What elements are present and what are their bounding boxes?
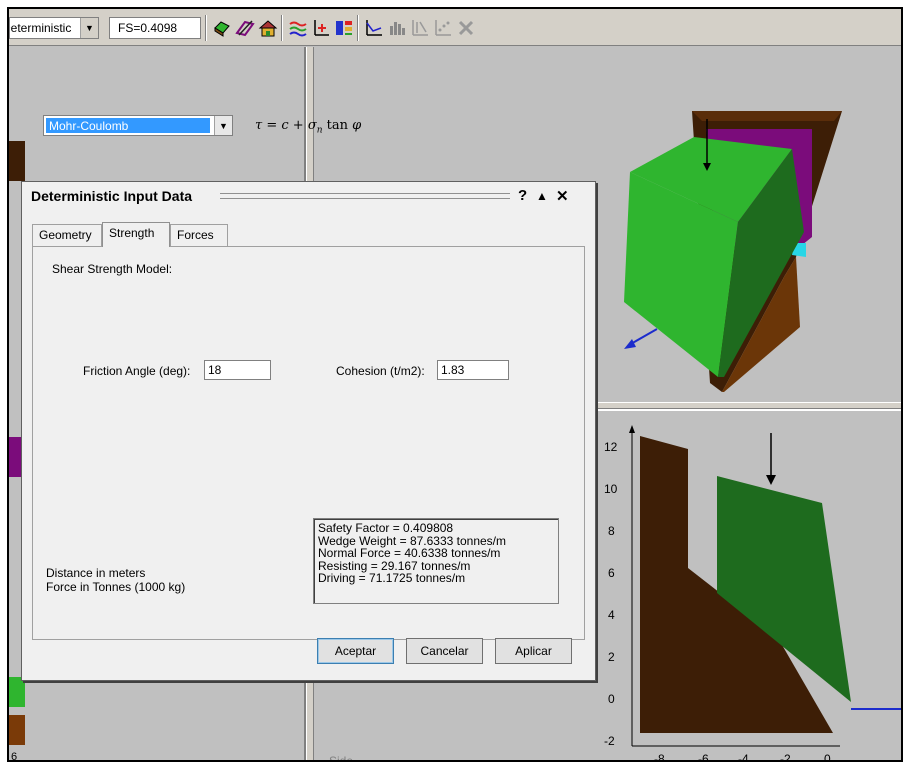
analysis-mode-value: Deterministic	[10, 21, 72, 35]
tab-geometry[interactable]: Geometry	[32, 224, 102, 246]
deterministic-input-dialog: Deterministic Input Data ? ▲ ✕ Geometry …	[21, 181, 596, 681]
collapse-icon[interactable]: ▲	[536, 189, 548, 203]
formula-tau: τ	[255, 118, 263, 133]
toolbar-separator	[205, 15, 207, 41]
rock-edge	[9, 141, 25, 181]
dialog-title: Deterministic Input Data	[31, 188, 193, 204]
side-view-label: Side	[329, 754, 354, 762]
x-tick-neg4: -4	[738, 752, 749, 762]
y-tick-10: 10	[604, 482, 618, 496]
formula-c: c	[281, 118, 289, 133]
application-window: Deterministic ▼ FS=0.4098	[7, 7, 903, 762]
formula-phi: φ	[352, 118, 362, 133]
x-tick-neg8: -8	[654, 752, 665, 762]
wedge-edge	[9, 677, 25, 707]
toolbar-separator	[281, 15, 283, 41]
formula-tan: tan	[326, 118, 348, 133]
result-safety-factor: Safety Factor = 0.409808	[318, 521, 454, 535]
y-tick-4: 4	[608, 608, 615, 622]
shear-model-label: Shear Strength Model:	[52, 262, 173, 276]
analysis-mode-select[interactable]: Deterministic ▼	[9, 17, 99, 39]
chevron-down-icon[interactable]: ▼	[80, 18, 98, 38]
plot-icon[interactable]	[364, 18, 384, 38]
draw-plane-icon[interactable]	[235, 18, 255, 38]
friction-angle-input[interactable]: 18	[204, 360, 271, 380]
close-icon[interactable]: ✕	[556, 187, 569, 205]
toolbar: Deterministic ▼ FS=0.4098	[9, 9, 901, 46]
x-tick-neg2: -2	[780, 752, 791, 762]
y-tick-0: 0	[608, 692, 615, 706]
formula-sigma: σ	[307, 118, 317, 133]
y-tick-neg2: -2	[604, 734, 615, 748]
friction-angle-label: Friction Angle (deg):	[83, 364, 191, 378]
tab-strength[interactable]: Strength	[102, 222, 170, 247]
close-plot-icon[interactable]	[456, 18, 476, 38]
add-load-icon[interactable]	[311, 18, 331, 38]
apply-button[interactable]: Aplicar	[495, 638, 572, 664]
help-button[interactable]: ?	[518, 187, 527, 204]
plot-bars-icon[interactable]	[387, 18, 407, 38]
shear-strength-formula: τ = c + σn tan φ	[255, 118, 362, 136]
titlebar-grip	[220, 193, 510, 199]
color-bars-icon[interactable]	[334, 18, 354, 38]
y-tick-2: 2	[608, 650, 615, 664]
results-box: Safety Factor = 0.409808 Wedge Weight = …	[313, 518, 559, 604]
plot-scatter-icon[interactable]	[433, 18, 453, 38]
toolbar-separator	[357, 15, 359, 41]
y-tick-12: 12	[604, 440, 618, 454]
water-pressure-icon[interactable]	[288, 18, 308, 38]
rock-edge	[9, 715, 25, 745]
result-driving: Driving = 71.1725 tonnes/m	[318, 571, 466, 585]
y-tick-8: 8	[608, 524, 615, 538]
cohesion-label: Cohesion (t/m2):	[336, 364, 425, 378]
result-normal-force: Normal Force = 40.6338 tonnes/m	[318, 546, 501, 560]
plot-lines-icon[interactable]	[410, 18, 430, 38]
fs-readout: FS=0.4098	[109, 17, 201, 39]
dialog-titlebar[interactable]: Deterministic Input Data ? ▲ ✕	[22, 182, 595, 210]
x-tick-0: 0	[824, 752, 831, 762]
chevron-down-icon[interactable]: ▼	[214, 116, 232, 135]
x-tick-neg6: -6	[698, 752, 709, 762]
cancel-button[interactable]: Cancelar	[406, 638, 483, 664]
left-axis-tick: 6	[11, 751, 18, 762]
house-icon[interactable]	[258, 18, 278, 38]
cohesion-input[interactable]: 1.83	[437, 360, 509, 380]
wedge-3d-icon[interactable]	[212, 18, 232, 38]
units-distance-label: Distance in meters	[46, 566, 146, 580]
tab-forces[interactable]: Forces	[170, 224, 228, 246]
shear-model-select[interactable]: Mohr-Coulomb ▼	[43, 115, 233, 136]
shear-model-value: Mohr-Coulomb	[46, 118, 210, 133]
ok-button[interactable]: Aceptar	[317, 638, 394, 664]
units-force-label: Force in Tonnes (1000 kg)	[46, 580, 186, 594]
formula-sub: n	[316, 125, 323, 136]
y-tick-6: 6	[608, 566, 615, 580]
